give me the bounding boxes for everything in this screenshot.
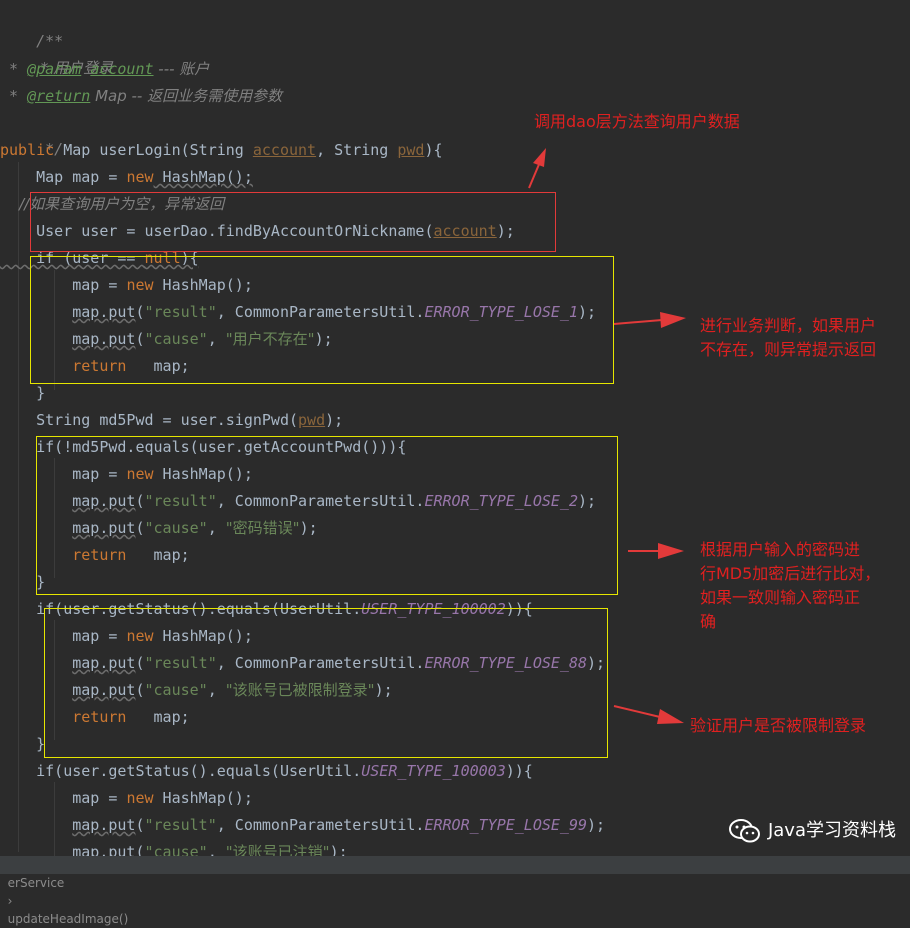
arrow-limited-check: [613, 705, 684, 724]
annotation-md5-check: 根据用户输入的密码进 行MD5加密后进行比对， 如果一致则输入密码正 确: [700, 540, 881, 631]
arrow-to-dao-box: [528, 148, 546, 189]
breadcrumb-separator-icon: ›: [7, 894, 13, 908]
code-editor[interactable]: /** * 用户登录 * @param account --- 账户 * @re…: [0, 0, 910, 856]
watermark-text: Java学习资料栈: [767, 820, 896, 841]
annotation-limited-check: 验证用户是否被限制登录: [690, 716, 867, 735]
arrow-business-check: [613, 312, 686, 328]
wechat-icon: [729, 819, 761, 843]
breadcrumb-method[interactable]: updateHeadImage(): [8, 912, 129, 926]
annotation-dao: 调用dao层方法查询用户数据: [534, 112, 740, 131]
breadcrumb-bar: erService › updateHeadImage(): [0, 856, 910, 926]
watermark: Java学习资料栈: [728, 818, 896, 844]
annotation-business-check: 进行业务判断，如果用户 不存在，则异常提示返回: [700, 316, 877, 359]
arrow-md5-check: [628, 543, 684, 559]
breadcrumb-class[interactable]: erService: [8, 876, 65, 890]
